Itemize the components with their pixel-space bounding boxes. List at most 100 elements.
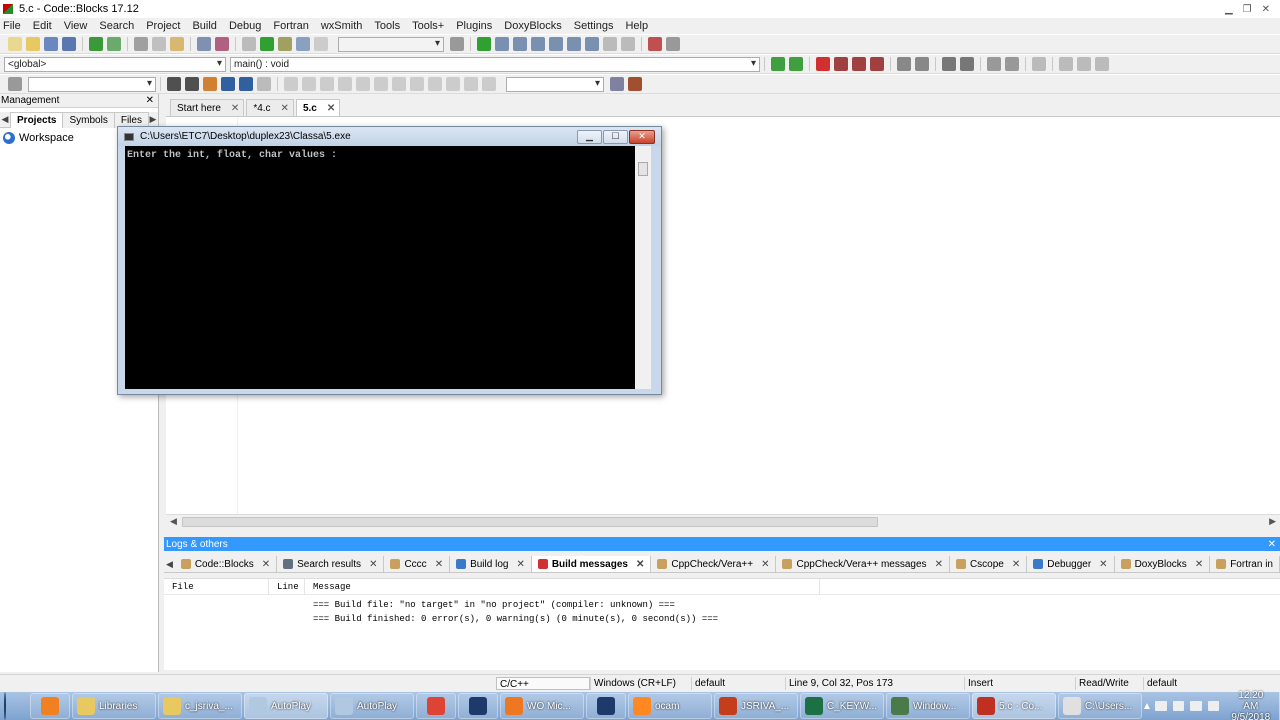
taskbar-item[interactable]: ocam xyxy=(628,693,712,719)
undo-icon[interactable] xyxy=(89,37,103,51)
tab-scroll-left-icon[interactable]: ◀ xyxy=(0,114,10,125)
menu-file[interactable]: File xyxy=(3,20,21,32)
wildcard-icon[interactable] xyxy=(257,77,271,91)
build-and-run-icon[interactable] xyxy=(278,37,292,51)
jump-forward-icon[interactable] xyxy=(789,57,803,71)
menu-fortran[interactable]: Fortran xyxy=(273,20,308,32)
comment-icon[interactable] xyxy=(942,57,956,71)
editor-horizontal-scrollbar[interactable]: ◀ ▶ xyxy=(166,514,1280,529)
tray-expand-icon[interactable]: ▲ xyxy=(1142,701,1152,712)
taskbar-item[interactable]: JSRIVA_... xyxy=(714,693,798,719)
taskbar-item[interactable]: 5.c - Co... xyxy=(972,693,1056,719)
close-tab-icon[interactable]: ✕ xyxy=(761,559,769,570)
next-instruction-icon[interactable] xyxy=(567,37,581,51)
match-case-icon[interactable] xyxy=(239,77,253,91)
maximize-button[interactable]: ❐ xyxy=(1243,4,1252,15)
settings-wrench-icon[interactable] xyxy=(628,77,642,91)
widget-tool-icon[interactable] xyxy=(392,77,406,91)
stream-comment-icon[interactable] xyxy=(1005,57,1019,71)
taskbar-item[interactable]: Libraries xyxy=(72,693,156,719)
close-tab-icon[interactable]: ✕ xyxy=(327,103,335,114)
find-in-files-icon[interactable] xyxy=(610,77,624,91)
forward-arrow-icon[interactable] xyxy=(185,77,199,91)
taskbar-item[interactable]: Window... xyxy=(886,693,970,719)
shape-tool-icon[interactable] xyxy=(302,77,316,91)
console-minimize-button[interactable]: ▁ xyxy=(577,129,602,144)
highlight-pen-icon[interactable] xyxy=(203,77,217,91)
tab-4c[interactable]: *4.c ✕ xyxy=(246,99,294,116)
close-tab-icon[interactable]: ✕ xyxy=(1012,559,1020,570)
function-combo[interactable]: main() : void xyxy=(230,56,760,72)
close-tab-icon[interactable]: ✕ xyxy=(231,103,239,114)
debug-info-icon[interactable] xyxy=(666,37,680,51)
build-messages-list[interactable]: File Line Message === Build file: "no ta… xyxy=(164,578,1280,670)
open-file-icon[interactable] xyxy=(26,37,40,51)
logs-tab[interactable]: Code::Blocks ✕ xyxy=(175,556,278,572)
run-to-cursor-icon[interactable] xyxy=(495,37,509,51)
clock[interactable]: 12:20 AM 9/5/2018 xyxy=(1230,690,1271,720)
menu-plugins[interactable]: Plugins xyxy=(456,20,492,32)
logs-tab[interactable]: Build log ✕ xyxy=(450,556,532,572)
tab-5c[interactable]: 5.c ✕ xyxy=(295,99,341,116)
nav-record-icon[interactable] xyxy=(1077,57,1091,71)
build-target-combo[interactable] xyxy=(338,36,444,52)
panel-tool-icon[interactable] xyxy=(374,77,388,91)
menu-tools[interactable]: Tools xyxy=(374,20,400,32)
tab-scroll-right-icon[interactable]: ▶ xyxy=(148,114,158,125)
menu-help[interactable]: Help xyxy=(625,20,648,32)
taskbar-item[interactable]: AutoPlay xyxy=(330,693,414,719)
volume-icon[interactable] xyxy=(1207,701,1220,711)
console-close-button[interactable]: ✕ xyxy=(629,129,655,144)
redo-icon[interactable] xyxy=(107,37,121,51)
logs-tab[interactable]: Search results ✕ xyxy=(277,556,385,572)
menu-wxsmith[interactable]: wxSmith xyxy=(321,20,363,32)
format-icon[interactable] xyxy=(1032,57,1046,71)
clear-bookmarks-icon[interactable] xyxy=(870,57,884,71)
menu-settings[interactable]: Settings xyxy=(574,20,614,32)
language-icon[interactable] xyxy=(1154,701,1167,711)
nav-first-icon[interactable] xyxy=(1059,57,1073,71)
regex-icon[interactable] xyxy=(221,77,235,91)
scroll-left-icon[interactable]: ◀ xyxy=(170,516,177,527)
zoom-in-icon[interactable] xyxy=(428,77,442,91)
scrollbar-thumb[interactable] xyxy=(182,517,878,527)
scrollbar-thumb[interactable] xyxy=(638,162,648,176)
logs-close-icon[interactable]: ✕ xyxy=(1268,539,1276,550)
network-icon[interactable] xyxy=(1190,701,1202,711)
align-tool-icon[interactable] xyxy=(338,77,352,91)
taskbar-item[interactable]: C:\Users... xyxy=(1058,693,1142,719)
menu-debug[interactable]: Debug xyxy=(229,20,261,32)
show-target-icon[interactable] xyxy=(450,37,464,51)
taskbar-item[interactable] xyxy=(30,693,70,719)
menu-tools-plus[interactable]: Tools+ xyxy=(412,20,444,32)
rebuild-icon[interactable] xyxy=(296,37,310,51)
new-file-icon[interactable] xyxy=(8,37,22,51)
find-icon[interactable] xyxy=(197,37,211,51)
column-message[interactable]: Message xyxy=(305,578,820,595)
zoom-out-icon[interactable] xyxy=(446,77,460,91)
menu-edit[interactable]: Edit xyxy=(33,20,52,32)
nav-last-icon[interactable] xyxy=(1095,57,1109,71)
close-tab-icon[interactable]: ✕ xyxy=(1195,559,1203,570)
tab-symbols[interactable]: Symbols xyxy=(62,111,115,128)
save-all-icon[interactable] xyxy=(62,37,76,51)
taskbar-item[interactable] xyxy=(458,693,498,719)
prev-bookmark-icon[interactable] xyxy=(834,57,848,71)
tab-projects[interactable]: Projects xyxy=(10,111,64,128)
debug-windows-icon[interactable] xyxy=(648,37,662,51)
step-instruction-icon[interactable] xyxy=(585,37,599,51)
taskbar-item[interactable]: WO Mic... xyxy=(500,693,584,719)
scroll-right-icon[interactable]: ▶ xyxy=(1269,516,1276,527)
menu-project[interactable]: Project xyxy=(146,20,180,32)
logs-tab[interactable]: Build messages ✕ xyxy=(531,556,652,572)
step-into-icon[interactable] xyxy=(531,37,545,51)
filter-combo[interactable] xyxy=(506,76,604,92)
step-out-icon[interactable] xyxy=(549,37,563,51)
save-icon[interactable] xyxy=(44,37,58,51)
close-tab-icon[interactable]: ✕ xyxy=(281,103,289,114)
console-maximize-button[interactable]: ☐ xyxy=(603,129,628,144)
close-tab-icon[interactable]: ✕ xyxy=(262,559,270,570)
stop-debug-icon[interactable] xyxy=(621,37,635,51)
sizer-tool-icon[interactable] xyxy=(410,77,424,91)
menu-view[interactable]: View xyxy=(64,20,88,32)
